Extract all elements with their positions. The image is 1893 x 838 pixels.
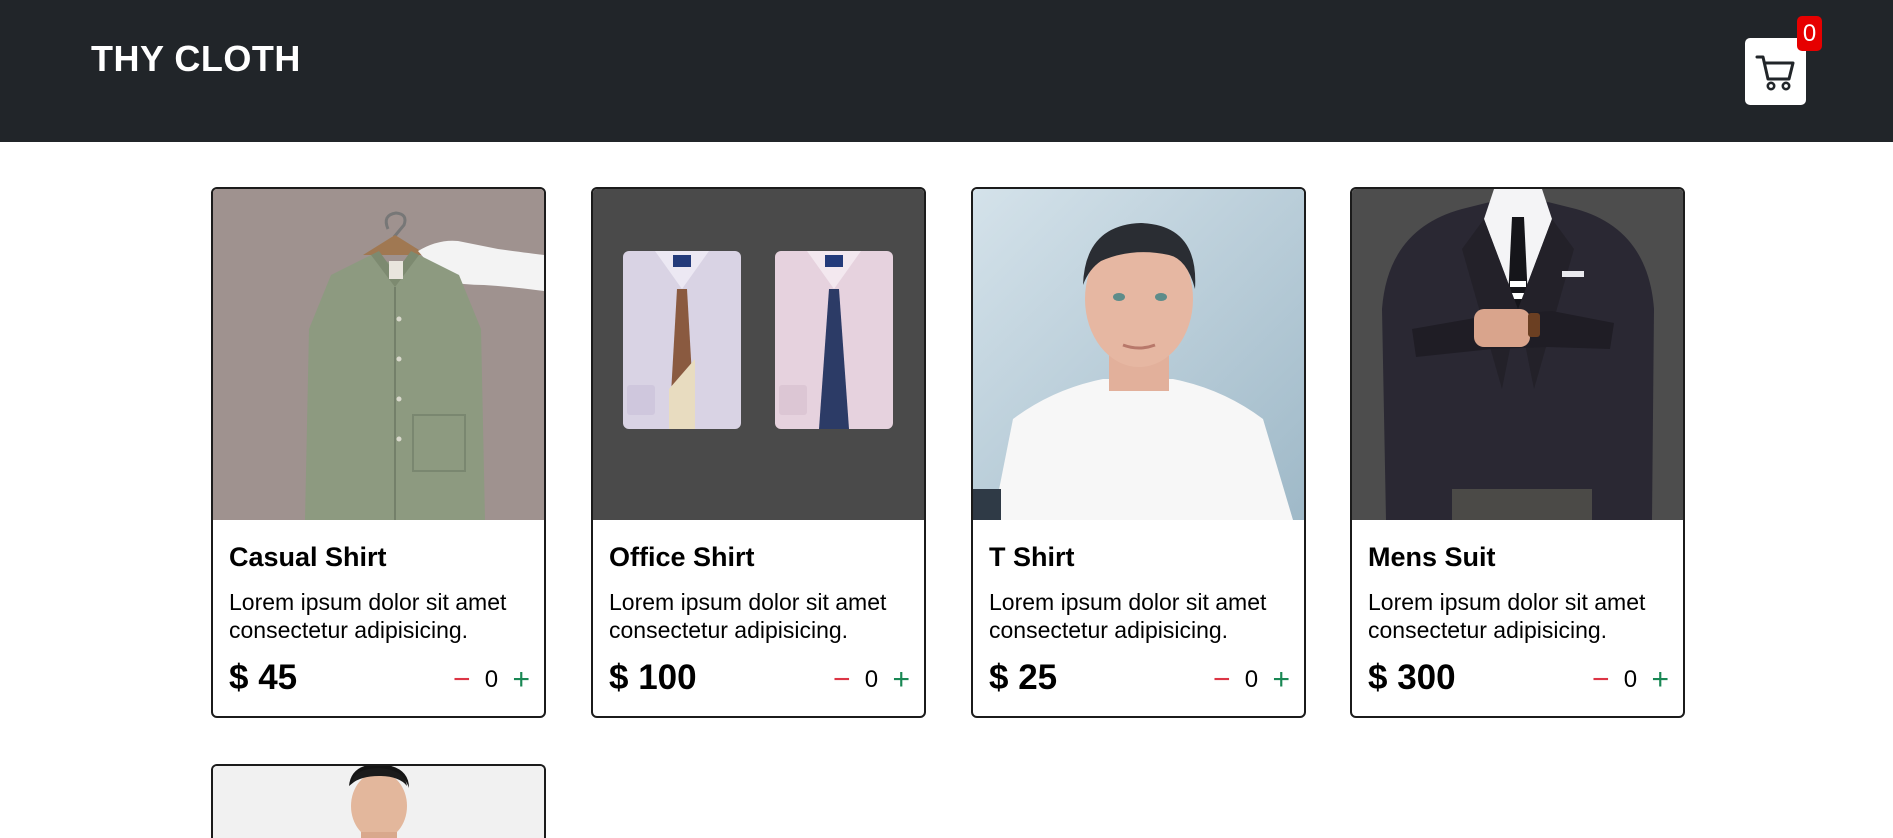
quantity-value: 0 — [484, 666, 499, 693]
decrease-quantity-button[interactable]: − — [1213, 665, 1231, 695]
product-card: T Shirt Lorem ipsum dolor sit amet conse… — [971, 187, 1306, 718]
quantity-stepper: − 0 + — [453, 665, 530, 695]
quantity-stepper: − 0 + — [1592, 665, 1669, 695]
product-image — [593, 189, 924, 520]
product-price: $ 300 — [1368, 658, 1456, 697]
product-title: Casual Shirt — [229, 542, 387, 572]
cart-icon — [1755, 55, 1794, 90]
product-price: $ 45 — [229, 658, 298, 697]
navbar: THY CLOTH — [0, 0, 1893, 142]
product-description: Lorem ipsum dolor sit amet consectetur a… — [1368, 589, 1646, 643]
cart-count-badge: 0 — [1797, 16, 1822, 51]
product-description: Lorem ipsum dolor sit amet consectetur a… — [989, 589, 1267, 643]
quantity-stepper: − 0 + — [1213, 665, 1290, 695]
product-image — [973, 189, 1304, 520]
increase-quantity-button[interactable]: + — [892, 665, 910, 695]
product-card — [211, 764, 546, 838]
product-title: Office Shirt — [609, 542, 755, 572]
product-image — [213, 189, 544, 520]
decrease-quantity-button[interactable]: − — [1592, 665, 1610, 695]
quantity-value: 0 — [1244, 666, 1259, 693]
increase-quantity-button[interactable]: + — [1651, 665, 1669, 695]
brand-logo[interactable]: THY CLOTH — [91, 38, 301, 80]
product-price: $ 25 — [989, 658, 1058, 697]
product-description: Lorem ipsum dolor sit amet consectetur a… — [229, 589, 507, 643]
decrease-quantity-button[interactable]: − — [453, 665, 471, 695]
product-card: Office Shirt Lorem ipsum dolor sit amet … — [591, 187, 926, 718]
product-price: $ 100 — [609, 658, 697, 697]
product-image — [213, 766, 544, 838]
product-card: Casual Shirt Lorem ipsum dolor sit amet … — [211, 187, 546, 718]
product-description: Lorem ipsum dolor sit amet consectetur a… — [609, 589, 887, 643]
quantity-stepper: − 0 + — [833, 665, 910, 695]
product-image — [1352, 189, 1683, 520]
product-title: Mens Suit — [1368, 542, 1496, 572]
product-card-body: Office Shirt Lorem ipsum dolor sit amet … — [593, 520, 924, 716]
product-card-body: T Shirt Lorem ipsum dolor sit amet conse… — [973, 520, 1304, 716]
increase-quantity-button[interactable]: + — [512, 665, 530, 695]
quantity-value: 0 — [864, 666, 879, 693]
decrease-quantity-button[interactable]: − — [833, 665, 851, 695]
quantity-value: 0 — [1623, 666, 1638, 693]
increase-quantity-button[interactable]: + — [1272, 665, 1290, 695]
product-title: T Shirt — [989, 542, 1075, 572]
product-card: Mens Suit Lorem ipsum dolor sit amet con… — [1350, 187, 1685, 718]
product-card-body: Casual Shirt Lorem ipsum dolor sit amet … — [213, 520, 544, 716]
product-card-body: Mens Suit Lorem ipsum dolor sit amet con… — [1352, 520, 1683, 716]
